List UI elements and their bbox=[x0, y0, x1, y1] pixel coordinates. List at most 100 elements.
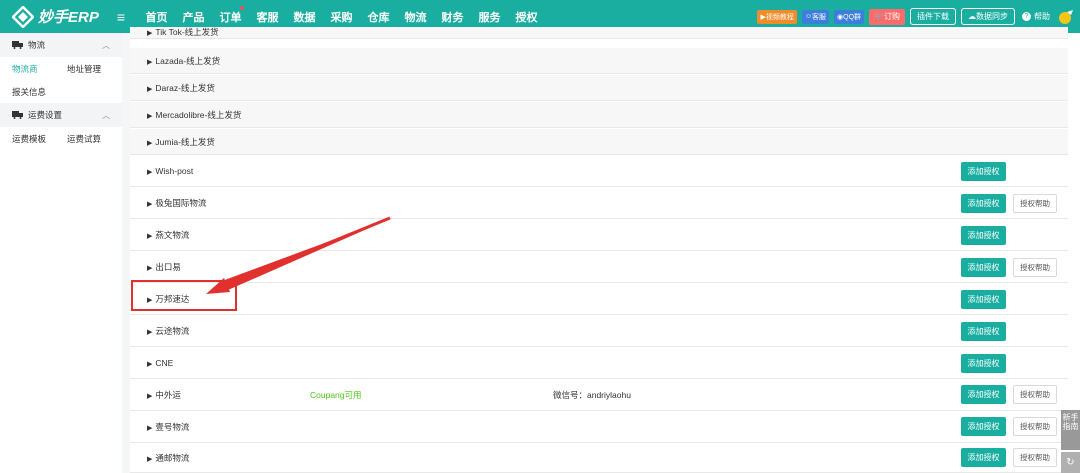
expand-triangle-icon: ▶ bbox=[147, 85, 153, 93]
provider-name-text: Wish-post bbox=[155, 166, 194, 176]
provider-name: ▶ CNE bbox=[147, 358, 173, 368]
user-avatar-icon[interactable] bbox=[1058, 9, 1074, 25]
add-authorization-button[interactable]: 添加授权 bbox=[961, 289, 1006, 309]
truck-icon bbox=[12, 111, 23, 119]
nav-logistics[interactable]: 物流 bbox=[397, 9, 434, 25]
provider-row[interactable]: ▶ Wish-post 添加授权 bbox=[130, 156, 1068, 187]
notification-dot bbox=[240, 5, 244, 10]
nav-data[interactable]: 数据 bbox=[286, 9, 323, 25]
nav-orders-label: 订单 bbox=[219, 11, 242, 24]
nav-products[interactable]: 产品 bbox=[175, 9, 212, 25]
add-authorization-button[interactable]: 添加授权 bbox=[961, 385, 1006, 404]
sidebar-item-customs-info[interactable]: 报关信息 bbox=[12, 86, 74, 98]
provider-name-text: Daraz-线上发货 bbox=[155, 82, 215, 93]
refresh-icon[interactable]: ↻ bbox=[1061, 452, 1080, 473]
sidebar: 物流 ︿ 物流商 地址管理 报关信息 运费设置 ︿ 运费模板 运费试算 bbox=[0, 33, 122, 473]
highlight-box bbox=[131, 280, 237, 311]
qq-group-label: QQ群 bbox=[843, 13, 862, 21]
main-nav: 首页 产品 订单 客服 数据 采购 仓库 物流 财务 服务 授权 bbox=[138, 5, 545, 25]
provider-row[interactable]: ▶ CNE 添加授权 bbox=[130, 348, 1068, 379]
authorization-help-button[interactable]: 授权帮助 bbox=[1013, 417, 1057, 436]
logistics-provider-list: ▶ Tik Tok-线上发货 ▶ Lazada-线上发货 ▶ Daraz-线上发货 ▶… bbox=[130, 27, 1080, 473]
provider-name: ▶ Mercadolibre-线上发货 bbox=[147, 109, 241, 121]
truck-icon bbox=[12, 41, 23, 49]
nav-customer-service[interactable]: 客服 bbox=[249, 9, 286, 25]
nav-orders[interactable]: 订单 bbox=[212, 5, 249, 25]
provider-name: ▶ Daraz-线上发货 bbox=[147, 82, 215, 94]
qq-group-button[interactable]: ◉ QQ群 bbox=[834, 9, 865, 24]
provider-row[interactable]: ▶ Jumia-线上发货 bbox=[130, 129, 1068, 155]
expand-triangle-icon: ▶ bbox=[147, 455, 153, 463]
provider-name-text: Tik Tok-线上发货 bbox=[155, 27, 219, 37]
sidebar-item-logistics-provider[interactable]: 物流商 bbox=[12, 63, 67, 75]
brand-logo[interactable]: 妙手ERP bbox=[0, 5, 108, 28]
provider-name-text: 通邮物流 bbox=[155, 452, 190, 463]
hamburger-icon[interactable]: ≡ bbox=[110, 9, 132, 25]
add-authorization-button[interactable]: 添加授权 bbox=[961, 225, 1006, 245]
add-authorization-button[interactable]: 添加授权 bbox=[961, 448, 1006, 467]
add-authorization-button[interactable]: 添加授权 bbox=[961, 321, 1006, 341]
add-authorization-button[interactable]: 添加授权 bbox=[961, 417, 1006, 436]
sidebar-row: 物流商 地址管理 bbox=[0, 57, 122, 80]
authorization-help-button[interactable]: 授权帮助 bbox=[1013, 385, 1057, 404]
provider-row[interactable]: ▶ 壹号物流 添加授权 授权帮助 bbox=[130, 411, 1068, 443]
sidebar-item-address-management[interactable]: 地址管理 bbox=[67, 63, 122, 75]
sidebar-group-freight[interactable]: 运费设置 ︿ bbox=[0, 103, 122, 127]
add-authorization-button[interactable]: 添加授权 bbox=[961, 257, 1006, 277]
provider-row[interactable]: ▶ Mercadolibre-线上发货 bbox=[130, 102, 1068, 128]
wechat-id-note: 微信号：andriylaohu bbox=[553, 389, 631, 400]
add-authorization-button[interactable]: 添加授权 bbox=[961, 161, 1006, 181]
chevron-up-icon: ︿ bbox=[102, 40, 110, 50]
beginner-guide-button[interactable]: 新手指南 bbox=[1061, 410, 1080, 450]
provider-row[interactable]: ▶ Daraz-线上发货 bbox=[130, 75, 1068, 101]
expand-triangle-icon: ▶ bbox=[147, 139, 153, 147]
authorization-help-button[interactable]: 授权帮助 bbox=[1013, 257, 1057, 277]
provider-name-text: Lazada-线上发货 bbox=[155, 55, 221, 66]
nav-finance[interactable]: 财务 bbox=[434, 9, 471, 25]
question-icon: ? bbox=[1022, 12, 1031, 21]
expand-triangle-icon: ▶ bbox=[147, 392, 153, 400]
provider-row[interactable]: ▶ 云途物流 添加授权 bbox=[130, 316, 1068, 347]
add-authorization-button[interactable]: 添加授权 bbox=[961, 193, 1006, 213]
provider-row[interactable]: ▶ 通邮物流 添加授权 授权帮助 bbox=[130, 443, 1068, 473]
agent-icon: ☺ bbox=[804, 13, 813, 20]
data-sync-button[interactable]: ☁ 数据同步 bbox=[961, 8, 1015, 25]
add-authorization-button[interactable]: 添加授权 bbox=[961, 353, 1006, 373]
provider-row[interactable]: ▶ 中外运 Coupang可用 微信号：andriylaohu 添加授权 授权帮助 bbox=[130, 379, 1068, 411]
subscribe-button[interactable]: 🛒 订购 bbox=[869, 8, 905, 25]
authorization-help-button[interactable]: 授权帮助 bbox=[1013, 448, 1057, 467]
sidebar-item-freight-calculator[interactable]: 运费试算 bbox=[67, 133, 122, 145]
sidebar-item-freight-template[interactable]: 运费模板 bbox=[12, 133, 67, 145]
coupang-available-note: Coupang可用 bbox=[310, 389, 362, 400]
sidebar-group-logistics[interactable]: 物流 ︿ bbox=[0, 33, 122, 57]
chevron-up-icon: ︿ bbox=[102, 110, 110, 120]
plugin-download-button[interactable]: 插件下载 bbox=[910, 8, 956, 25]
nav-home[interactable]: 首页 bbox=[138, 9, 175, 25]
provider-name-text: 燕文物流 bbox=[155, 230, 190, 240]
nav-services[interactable]: 服务 bbox=[471, 9, 508, 25]
provider-name-text: CNE bbox=[155, 358, 174, 368]
subscribe-label: 订购 bbox=[884, 12, 900, 21]
expand-triangle-icon: ▶ bbox=[147, 58, 153, 66]
provider-row[interactable]: ▶ 出口易 添加授权 授权帮助 bbox=[130, 252, 1068, 283]
provider-row[interactable]: ▶ 燕文物流 添加授权 bbox=[130, 220, 1068, 251]
provider-name-text: 中外运 bbox=[155, 389, 181, 400]
help-link[interactable]: ? 帮助 bbox=[1022, 11, 1050, 22]
provider-row[interactable]: ▶ 极兔国际物流 添加授权 授权帮助 bbox=[130, 188, 1068, 219]
expand-triangle-icon: ▶ bbox=[147, 169, 153, 176]
sidebar-group-logistics-label: 物流 bbox=[28, 40, 46, 50]
customer-service-button[interactable]: ☺ 客服 bbox=[801, 9, 830, 24]
provider-name-text: 云途物流 bbox=[155, 326, 190, 336]
authorization-help-button[interactable]: 授权帮助 bbox=[1013, 193, 1057, 213]
cart-icon: 🛒 bbox=[874, 12, 884, 21]
provider-name: ▶ 燕文物流 bbox=[147, 229, 189, 241]
provider-name-text: 壹号物流 bbox=[155, 421, 190, 432]
provider-row[interactable]: ▶ 万邦速达 添加授权 bbox=[130, 284, 1068, 315]
nav-warehouse[interactable]: 仓库 bbox=[360, 9, 397, 25]
nav-authorization[interactable]: 授权 bbox=[508, 9, 545, 25]
provider-row[interactable]: ▶ Tik Tok-线上发货 bbox=[130, 27, 1068, 39]
provider-row[interactable]: ▶ Lazada-线上发货 bbox=[130, 48, 1068, 74]
video-tutorial-button[interactable]: ▶ 视频教程 bbox=[757, 9, 797, 24]
nav-purchase[interactable]: 采购 bbox=[323, 9, 360, 25]
expand-triangle-icon: ▶ bbox=[147, 424, 153, 432]
